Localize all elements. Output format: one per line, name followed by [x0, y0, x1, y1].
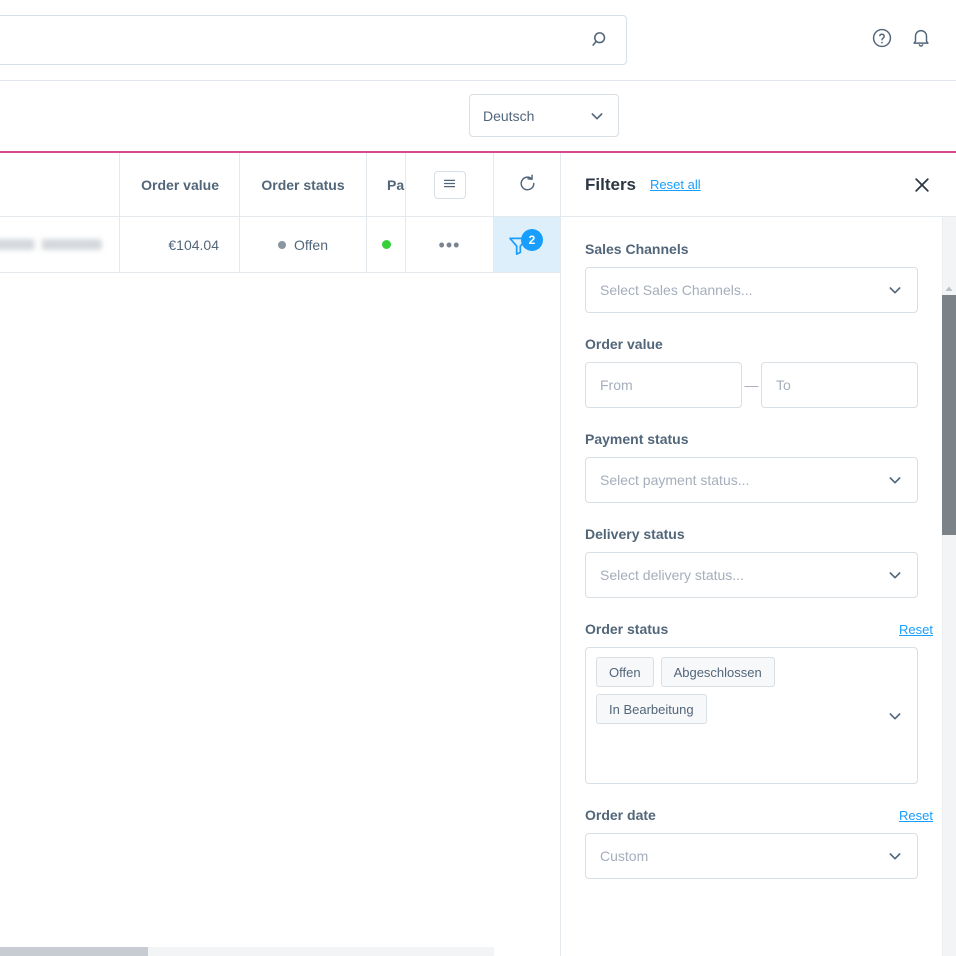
- grid-horizontal-scrollbar[interactable]: [0, 947, 494, 956]
- grid-horizontal-scrollbar-thumb[interactable]: [0, 947, 148, 956]
- list-lines-icon: [442, 176, 457, 194]
- filter-label-payment-status: Payment status: [585, 431, 689, 447]
- filters-panel-title: Filters: [585, 174, 637, 194]
- filter-group-header: Payment status: [585, 431, 933, 447]
- column-header-order-status[interactable]: Order status: [239, 153, 366, 216]
- filter-label-order-date: Order date: [585, 807, 656, 823]
- filter-group-sales-channels: Sales Channels Select Sales Channels...: [585, 241, 933, 313]
- filter-group-header: Order status Reset: [585, 621, 933, 637]
- chevron-down-icon: [887, 848, 903, 864]
- global-search[interactable]: [0, 15, 627, 65]
- filter-group-delivery-status: Delivery status Select delivery status..…: [585, 526, 933, 598]
- cell-filter-toggle: 2: [493, 217, 560, 272]
- filter-group-header: Sales Channels: [585, 241, 933, 257]
- reset-order-status-link[interactable]: Reset: [899, 622, 933, 637]
- refresh-button[interactable]: [514, 172, 540, 198]
- chevron-down-icon: [887, 708, 903, 724]
- filters-panel-scrollbar-thumb[interactable]: [942, 295, 956, 535]
- reset-order-date-link[interactable]: Reset: [899, 808, 933, 823]
- reset-all-link[interactable]: Reset all: [650, 177, 701, 192]
- payment-status-dot: [381, 240, 391, 249]
- column-header-payment-status[interactable]: Pa: [366, 153, 407, 216]
- order-date-select[interactable]: Custom: [585, 833, 918, 879]
- cell-row-actions: •••: [405, 217, 493, 272]
- chip-in-bearbeitung[interactable]: In Bearbeitung: [596, 694, 707, 724]
- delivery-status-select[interactable]: Select delivery status...: [585, 552, 918, 598]
- data-grid-header: Order value Order status Pa: [0, 153, 560, 217]
- redacted-customer-name: [0, 239, 102, 250]
- chip-offen[interactable]: Offen: [596, 657, 654, 687]
- filter-group-order-value: Order value —: [585, 336, 933, 408]
- filters-panel-header: Filters Reset all: [561, 153, 956, 217]
- filter-group-header: Delivery status: [585, 526, 933, 542]
- payment-status-select[interactable]: Select payment status...: [585, 457, 918, 503]
- chevron-down-icon: [887, 472, 903, 488]
- topbar-actions: [871, 27, 932, 49]
- filters-panel-scrollbar[interactable]: [942, 217, 956, 956]
- table-row[interactable]: €104.04 Offen ••• 2: [0, 217, 560, 273]
- column-settings-button[interactable]: [433, 170, 466, 199]
- order-status-dot: [278, 240, 286, 249]
- order-date-value: Custom: [600, 848, 649, 864]
- cell-customer: [0, 217, 119, 272]
- bell-icon[interactable]: [910, 27, 932, 49]
- filter-label-order-value: Order value: [585, 336, 663, 352]
- top-bar: [0, 0, 956, 81]
- delivery-status-placeholder: Select delivery status...: [600, 567, 744, 583]
- column-settings-cell: [405, 153, 493, 216]
- range-separator: —: [744, 377, 759, 393]
- order-status-label: Offen: [294, 236, 328, 253]
- filter-group-header: Order value: [585, 336, 933, 352]
- refresh-cell: [493, 153, 560, 216]
- order-value-from-input[interactable]: [585, 362, 742, 408]
- cell-payment-status: [366, 217, 405, 272]
- search-icon: [590, 29, 612, 51]
- chevron-down-icon: [589, 108, 605, 124]
- application-root: monthly) (1) Deutsch Order value Order s…: [0, 0, 956, 956]
- filter-group-order-status: Order status Reset Offen Abgeschlossen I…: [585, 621, 933, 784]
- filter-toggle-button[interactable]: 2: [507, 228, 547, 260]
- language-select[interactable]: Deutsch: [469, 94, 619, 137]
- language-select-value: Deutsch: [483, 107, 535, 124]
- refresh-icon: [517, 173, 538, 197]
- sales-channels-placeholder: Select Sales Channels...: [600, 282, 753, 298]
- filter-group-header: Order date Reset: [585, 807, 933, 823]
- column-header-customer[interactable]: [0, 153, 119, 216]
- chevron-down-icon: [887, 567, 903, 583]
- chevron-down-icon: [887, 282, 903, 298]
- filter-count-badge: 2: [521, 228, 543, 251]
- search-input[interactable]: [0, 16, 581, 64]
- cell-order-status: Offen: [239, 217, 366, 272]
- scroll-up-arrow-icon[interactable]: [943, 283, 955, 295]
- order-status-multiselect[interactable]: Offen Abgeschlossen In Bearbeitung: [585, 647, 918, 784]
- filter-label-sales-channels: Sales Channels: [585, 241, 689, 257]
- filter-group-order-date: Order date Reset Custom: [585, 807, 933, 879]
- orders-data-grid: Order value Order status Pa €104.04 Offe…: [0, 153, 560, 956]
- help-circle-icon[interactable]: [871, 27, 893, 49]
- filters-panel: Filters Reset all Sales Channels Select …: [560, 153, 956, 956]
- column-header-order-value[interactable]: Order value: [119, 153, 239, 216]
- cell-order-value: €104.04: [119, 217, 239, 272]
- payment-status-placeholder: Select payment status...: [600, 472, 750, 488]
- filter-group-payment-status: Payment status Select payment status...: [585, 431, 933, 503]
- filter-label-order-status: Order status: [585, 621, 669, 637]
- filter-label-delivery-status: Delivery status: [585, 526, 685, 542]
- close-icon[interactable]: [912, 175, 932, 195]
- sales-channels-select[interactable]: Select Sales Channels...: [585, 267, 918, 313]
- filters-panel-body: Sales Channels Select Sales Channels... …: [561, 217, 956, 956]
- order-value-range: —: [585, 362, 933, 408]
- order-value-to-input[interactable]: [761, 362, 918, 408]
- ellipsis-icon[interactable]: •••: [439, 236, 461, 254]
- order-status-chips: Offen Abgeschlossen In Bearbeitung: [596, 657, 881, 724]
- chip-abgeschlossen[interactable]: Abgeschlossen: [660, 657, 775, 687]
